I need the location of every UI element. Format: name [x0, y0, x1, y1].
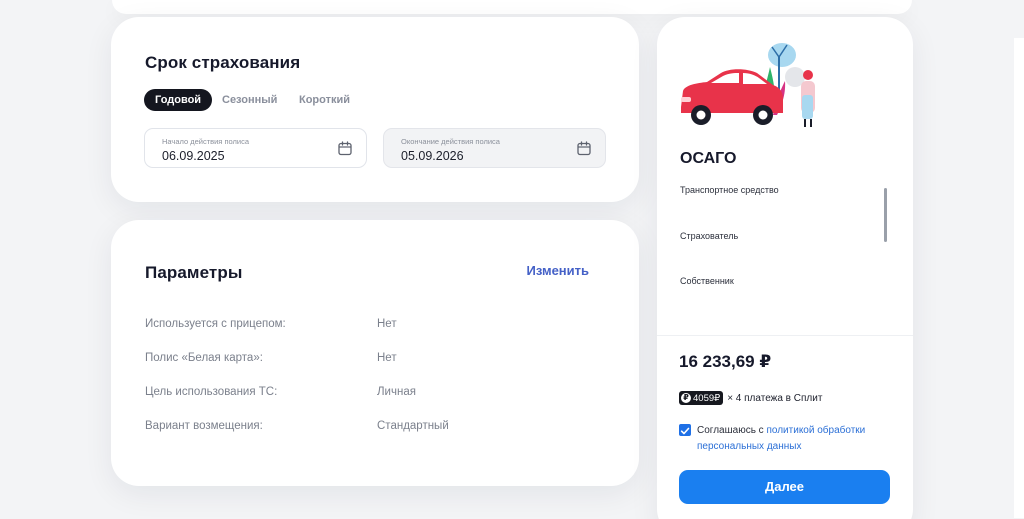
- param-white-card-value: Нет: [377, 352, 397, 364]
- calendar-icon: [577, 141, 591, 156]
- split-logo-icon: ₽: [681, 393, 691, 403]
- summary-item-vehicle[interactable]: Транспортное средство: [680, 185, 779, 195]
- start-date-value[interactable]: 06.09.2025: [162, 149, 225, 163]
- tab-short[interactable]: Короткий: [299, 89, 350, 111]
- consent-checkbox[interactable]: [679, 424, 691, 436]
- param-usage-value: Личная: [377, 386, 416, 398]
- param-trailer-label: Используется с прицепом:: [145, 318, 286, 330]
- total-price: 16 233,69 ₽: [679, 352, 772, 371]
- summary-item-policyholder[interactable]: Страхователь: [680, 231, 738, 241]
- param-usage-label: Цель использования ТС:: [145, 386, 278, 398]
- calendar-icon[interactable]: [338, 141, 352, 156]
- end-date-value: 05.09.2026: [401, 149, 464, 163]
- consent-prefix: Соглашаюсь с: [697, 425, 767, 436]
- param-compensation-label: Вариант возмещения:: [145, 420, 263, 432]
- tab-annual[interactable]: Годовой: [144, 89, 213, 111]
- right-panel-edge: [1014, 38, 1024, 518]
- insurance-term-card: Срок страхования Годовой Сезонный Коротк…: [111, 17, 639, 202]
- summary-item-owner[interactable]: Собственник: [680, 276, 734, 286]
- start-date-field[interactable]: Начало действия полиса 06.09.2025: [144, 128, 367, 168]
- osago-title: ОСАГО: [680, 150, 737, 167]
- param-trailer-value: Нет: [377, 318, 397, 330]
- split-text: × 4 платежа в Сплит: [727, 392, 823, 404]
- previous-card-edge: [112, 0, 912, 14]
- param-compensation-value: Стандартный: [377, 420, 449, 432]
- split-badge: ₽ 4059₽: [679, 391, 724, 405]
- param-white-card-label: Полис «Белая карта»:: [145, 352, 263, 364]
- consent-text: Соглашаюсь с политикой обработки персона…: [697, 423, 897, 455]
- end-date-label: Окончание действия полиса: [401, 137, 500, 146]
- start-date-label: Начало действия полиса: [162, 137, 250, 146]
- end-date-field: Окончание действия полиса 05.09.2026: [383, 128, 606, 168]
- split-amount: 4059₽: [693, 392, 721, 404]
- tab-seasonal[interactable]: Сезонный: [222, 89, 277, 111]
- osago-summary-card: ОСАГО Транспортное средство Страхователь…: [657, 17, 913, 519]
- term-title: Срок страхования: [145, 53, 301, 72]
- edit-parameters-link[interactable]: Изменить: [526, 263, 589, 278]
- next-button[interactable]: Далее: [679, 470, 890, 504]
- parameters-title: Параметры: [145, 263, 243, 282]
- car-illustration: [681, 43, 815, 127]
- split-payment-row: ₽ 4059₽ × 4 платежа в Сплит: [679, 390, 822, 406]
- parameters-card: Параметры Изменить Используется с прицеп…: [111, 220, 639, 486]
- check-icon: [680, 427, 690, 435]
- scrollbar[interactable]: [884, 188, 887, 242]
- divider: [657, 335, 913, 336]
